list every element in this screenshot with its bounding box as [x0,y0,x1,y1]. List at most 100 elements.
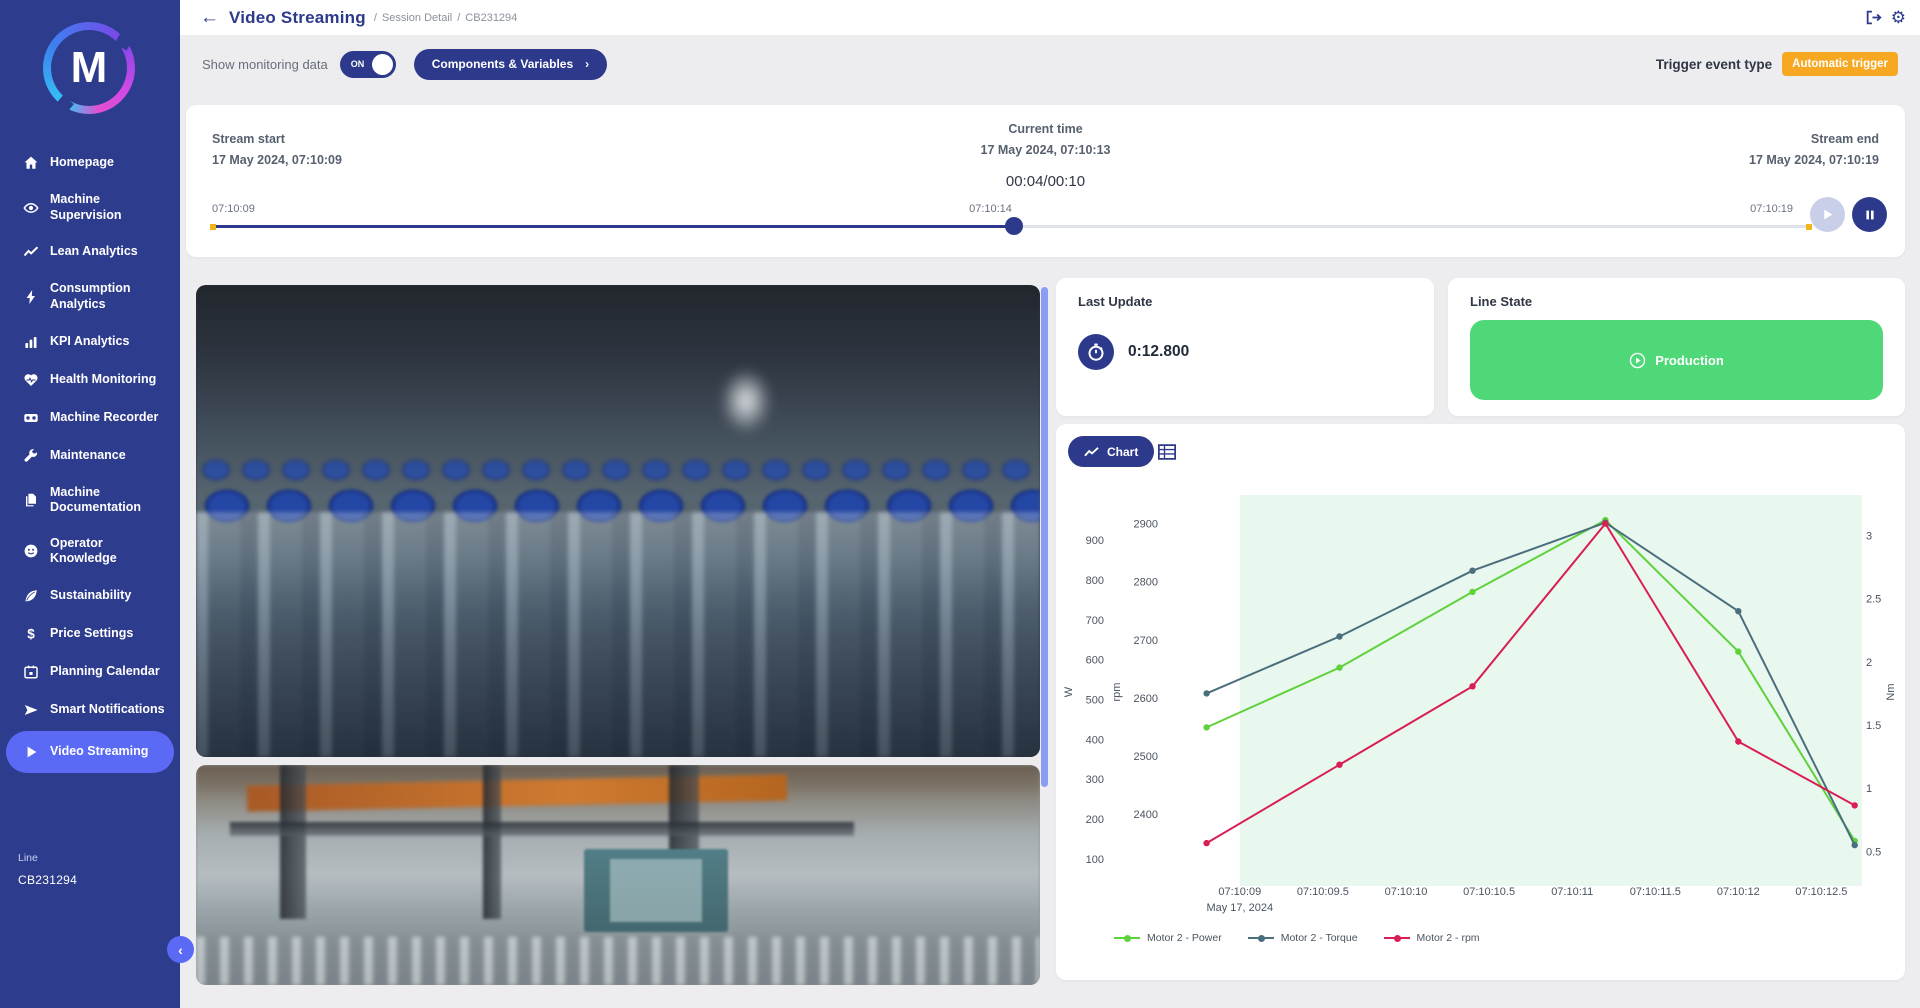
automatic-trigger-badge[interactable]: Automatic trigger [1782,52,1898,76]
table-icon [1157,442,1177,462]
svg-text:800: 800 [1086,575,1104,587]
timeline-track[interactable] [212,225,1810,228]
legend-label: Motor 2 - Power [1147,932,1222,944]
leaf-icon [22,587,40,605]
svg-text:07:10:11: 07:10:11 [1551,886,1593,898]
sidebar-item-smart-notifications[interactable]: Smart Notifications [6,693,174,727]
stream-end-value: 17 May 2024, 07:10:19 [1749,150,1879,171]
chevron-left-icon: ‹ [178,942,183,958]
legend-item[interactable]: Motor 2 - Torque [1248,932,1358,944]
logout-icon[interactable] [1865,9,1882,26]
sidebar-item-label: Video Streaming [50,744,148,760]
home-icon [22,154,40,172]
trend-icon [22,243,40,261]
legend-swatch [1384,937,1410,939]
toggle-knob [372,54,393,75]
svg-text:300: 300 [1086,774,1104,786]
pause-icon [1864,209,1876,221]
chart-card: Chart 100200300400500600700800900W240025… [1056,424,1905,980]
bolt-icon [22,288,40,306]
svg-text:07:10:10.5: 07:10:10.5 [1463,886,1515,898]
settings-gear-icon[interactable]: ⚙ [1891,8,1906,28]
svg-text:2400: 2400 [1134,809,1158,821]
worker-figure [711,356,781,446]
svg-text:2600: 2600 [1134,693,1158,705]
sidebar-item-label: Machine Documentation [50,485,166,516]
send-icon [22,701,40,719]
top-bar: ← Video Streaming /Session Detail/CB2312… [180,0,1920,35]
topbar-icons: ⚙ [1865,8,1906,28]
play-button[interactable] [1810,197,1845,232]
sidebar: M Homepage Machine Supervision Lean Analyt… [0,0,180,1008]
timeline-thumb[interactable] [1005,217,1023,235]
line-state-value: Production [1655,353,1724,368]
back-button[interactable]: ← [200,7,219,29]
sidebar-item-label: Machine Supervision [50,192,166,223]
stopwatch-icon [1078,334,1114,370]
last-update-title: Last Update [1078,294,1152,309]
sidebar-item-video-streaming[interactable]: Video Streaming [6,731,174,773]
chart-tab-button[interactable]: Chart [1068,436,1154,467]
svg-text:2800: 2800 [1134,577,1158,589]
chevron-right-icon: › [585,57,589,71]
trigger-event-type-label: Trigger event type [1656,57,1772,72]
bottle-row [196,512,1040,757]
legend-label: Motor 2 - rpm [1417,932,1480,944]
sidebar-item-maintenance[interactable]: Maintenance [6,439,174,473]
sidebar-item-machine-supervision[interactable]: Machine Supervision [6,184,174,231]
timeline-end-marker [1806,224,1812,230]
sidebar-item-label: Operator Knowledge [50,536,166,567]
current-time-block: Current time 17 May 2024, 07:10:13 00:04… [186,119,1905,194]
motor-metrics-chart: 100200300400500600700800900W240025002600… [1060,480,1900,925]
breadcrumb-item[interactable]: Session Detail [382,12,452,24]
sidebar-item-label: Maintenance [50,448,126,464]
video-stream-primary[interactable] [196,285,1040,757]
monitoring-toggle[interactable]: ON [340,51,396,78]
table-view-button[interactable] [1156,442,1178,464]
sidebar-item-label: Lean Analytics [50,244,138,260]
show-monitoring-label: Show monitoring data [202,57,328,72]
machine-frame [483,765,501,919]
line-state-production-banner[interactable]: Production [1470,320,1883,400]
sidebar-item-lean-analytics[interactable]: Lean Analytics [6,235,174,269]
sidebar-item-kpi-analytics[interactable]: KPI Analytics [6,325,174,359]
sidebar-item-label: KPI Analytics [50,334,129,350]
sidebar-item-price-settings[interactable]: $Price Settings [6,617,174,651]
svg-text:07:10:09: 07:10:09 [1218,886,1261,898]
current-time-value: 17 May 2024, 07:10:13 [186,140,1905,161]
documents-icon [22,491,40,509]
components-variables-button[interactable]: Components & Variables › [414,49,607,80]
legend-item[interactable]: Motor 2 - Power [1114,932,1222,944]
machine-frame [280,765,306,919]
sidebar-item-sustainability[interactable]: Sustainability [6,579,174,613]
legend-item[interactable]: Motor 2 - rpm [1384,932,1480,944]
chart-legend: Motor 2 - Power Motor 2 - Torque Motor 2 -… [1114,932,1480,944]
sidebar-item-homepage[interactable]: Homepage [6,146,174,180]
svg-text:07:10:12: 07:10:12 [1717,886,1760,898]
toggle-on-label: ON [351,59,365,69]
svg-text:W: W [1063,686,1075,697]
svg-text:07:10:12.5: 07:10:12.5 [1795,886,1847,898]
sidebar-item-operator-knowledge[interactable]: Operator Knowledge [6,528,174,575]
stream-timeline-card: Stream start 17 May 2024, 07:10:09 Curre… [186,105,1905,257]
last-update-value: 0:12.800 [1128,343,1189,361]
app-logo[interactable]: M [43,22,135,114]
sidebar-item-label: Homepage [50,155,114,171]
sidebar-item-planning-calendar[interactable]: Planning Calendar [6,655,174,689]
sidebar-item-label: Health Monitoring [50,372,156,388]
sidebar-item-machine-documentation[interactable]: Machine Documentation [6,477,174,524]
stream-end-block: Stream end 17 May 2024, 07:10:19 [1749,129,1879,172]
sidebar-collapse-button[interactable]: ‹ [167,936,194,963]
svg-text:1.5: 1.5 [1866,720,1881,732]
video-stream-secondary[interactable] [196,765,1040,985]
video-list-scrollbar[interactable] [1041,287,1048,787]
svg-text:600: 600 [1086,655,1104,667]
pause-button[interactable] [1852,197,1887,232]
breadcrumb-item[interactable]: CB231294 [465,12,517,24]
legend-swatch [1114,937,1140,939]
sidebar-item-consumption-analytics[interactable]: Consumption Analytics [6,273,174,320]
last-update-card: Last Update 0:12.800 [1056,278,1434,416]
sidebar-item-machine-recorder[interactable]: Machine Recorder [6,401,174,435]
svg-text:1: 1 [1866,783,1872,795]
sidebar-item-health-monitoring[interactable]: Health Monitoring [6,363,174,397]
